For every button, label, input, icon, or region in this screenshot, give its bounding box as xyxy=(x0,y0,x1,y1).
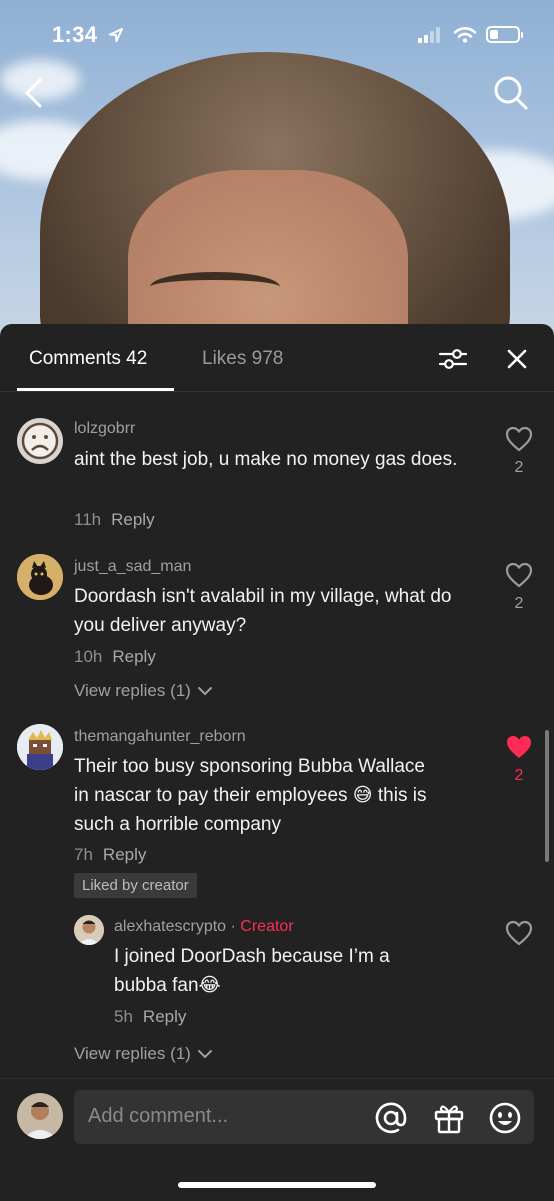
reply-button[interactable]: Reply xyxy=(103,845,146,864)
avatar[interactable] xyxy=(17,554,63,600)
home-indicator xyxy=(178,1182,376,1188)
signal-icon xyxy=(418,26,440,43)
comment-input-placeholder: Add comment... xyxy=(88,1105,229,1127)
heart-icon xyxy=(505,920,533,946)
gift-icon xyxy=(434,1105,464,1134)
heart-icon xyxy=(505,562,533,588)
view-replies-label: View replies (1) xyxy=(74,1044,191,1063)
close-icon xyxy=(507,349,527,369)
reply-header: alexhatescrypto · Creator xyxy=(114,918,294,936)
heart-filled-icon xyxy=(507,736,531,758)
liked-by-creator-badge: Liked by creator xyxy=(74,873,197,898)
reply-meta: 5h Reply xyxy=(114,1007,186,1027)
search-icon xyxy=(494,76,528,110)
battery-icon xyxy=(486,26,523,43)
heart-icon xyxy=(505,426,533,452)
view-replies-button[interactable]: View replies (1) xyxy=(74,1044,213,1064)
creator-tag: Creator xyxy=(240,918,294,935)
reply-username[interactable]: alexhatescrypto xyxy=(114,918,226,935)
comment-username[interactable]: themangahunter_reborn xyxy=(74,728,246,746)
like-button[interactable] xyxy=(504,920,534,951)
like-button[interactable]: 2 xyxy=(504,426,534,477)
comment-time: 10h xyxy=(74,647,103,666)
status-bar: 1:34 xyxy=(0,0,554,70)
comment-text-line: Their too busy sponsoring Bubba Wallace xyxy=(74,756,425,777)
tab-likes[interactable]: Likes 978 xyxy=(202,348,283,370)
separator-dot: · xyxy=(230,918,236,935)
sad-face-avatar-icon xyxy=(21,422,59,460)
comment-text: Doordash isn't avalabil in my village, w… xyxy=(74,586,452,636)
comment-meta: 7h Reply xyxy=(74,845,146,865)
like-count: 2 xyxy=(514,767,524,784)
wifi-icon xyxy=(454,26,476,43)
view-replies-label: View replies (1) xyxy=(74,681,191,700)
comment-meta: 10h Reply xyxy=(74,647,156,667)
comment-time: 11h xyxy=(74,510,102,529)
reply-avatar[interactable] xyxy=(74,915,104,945)
like-count: 2 xyxy=(514,595,524,612)
gift-button[interactable] xyxy=(432,1101,466,1140)
comment-username[interactable]: lolzgobrr xyxy=(74,420,135,438)
reply-button[interactable]: Reply xyxy=(111,510,154,529)
character-avatar-icon xyxy=(17,724,63,770)
comment-username[interactable]: just_a_sad_man xyxy=(74,558,191,576)
filter-button[interactable] xyxy=(438,346,468,377)
search-button[interactable] xyxy=(492,74,530,117)
chevron-down-icon xyxy=(197,1050,212,1059)
location-icon xyxy=(108,28,123,42)
like-count: 2 xyxy=(514,459,524,476)
like-button[interactable]: 2 xyxy=(504,562,534,613)
emoji-button[interactable] xyxy=(488,1101,522,1140)
comment-input[interactable]: Add comment... xyxy=(74,1090,534,1144)
comment-time: 7h xyxy=(74,845,93,864)
my-avatar[interactable] xyxy=(17,1093,63,1139)
tab-comments[interactable]: Comments 42 xyxy=(29,348,147,370)
comment-text-line: such a horrible company xyxy=(74,814,281,835)
comment-meta: 11h Reply xyxy=(74,510,155,530)
close-button[interactable] xyxy=(504,346,530,377)
person-avatar-icon xyxy=(17,1093,63,1139)
back-icon xyxy=(25,78,42,108)
like-button[interactable]: 2 xyxy=(504,734,534,785)
view-replies-button[interactable]: View replies (1) xyxy=(74,681,213,701)
back-button[interactable] xyxy=(22,76,46,115)
scrollbar[interactable] xyxy=(545,730,549,862)
comment-text: Their too busy sponsoring Bubba Wallace … xyxy=(74,752,494,839)
reply-text: I joined DoorDash because I’m a bubba fa… xyxy=(114,946,390,996)
avatar[interactable] xyxy=(17,418,63,464)
reply-button[interactable]: Reply xyxy=(143,1007,186,1026)
comment-text: aint the best job, u make no money gas d… xyxy=(74,449,458,470)
at-icon xyxy=(375,1102,407,1134)
person-avatar-icon xyxy=(74,915,104,945)
emoji-icon xyxy=(489,1102,521,1134)
filter-icon xyxy=(438,349,468,369)
comment-text-line: in nascar to pay their employees 😅 this … xyxy=(74,785,427,806)
status-time: 1:34 xyxy=(52,22,124,48)
reply-button[interactable]: Reply xyxy=(112,647,155,666)
cat-avatar-icon xyxy=(17,554,63,600)
tab-bar: Comments 42 Likes 978 xyxy=(0,324,554,392)
mention-button[interactable] xyxy=(374,1101,408,1140)
reply-time: 5h xyxy=(114,1007,133,1026)
chevron-down-icon xyxy=(197,687,212,696)
avatar[interactable] xyxy=(17,724,63,770)
